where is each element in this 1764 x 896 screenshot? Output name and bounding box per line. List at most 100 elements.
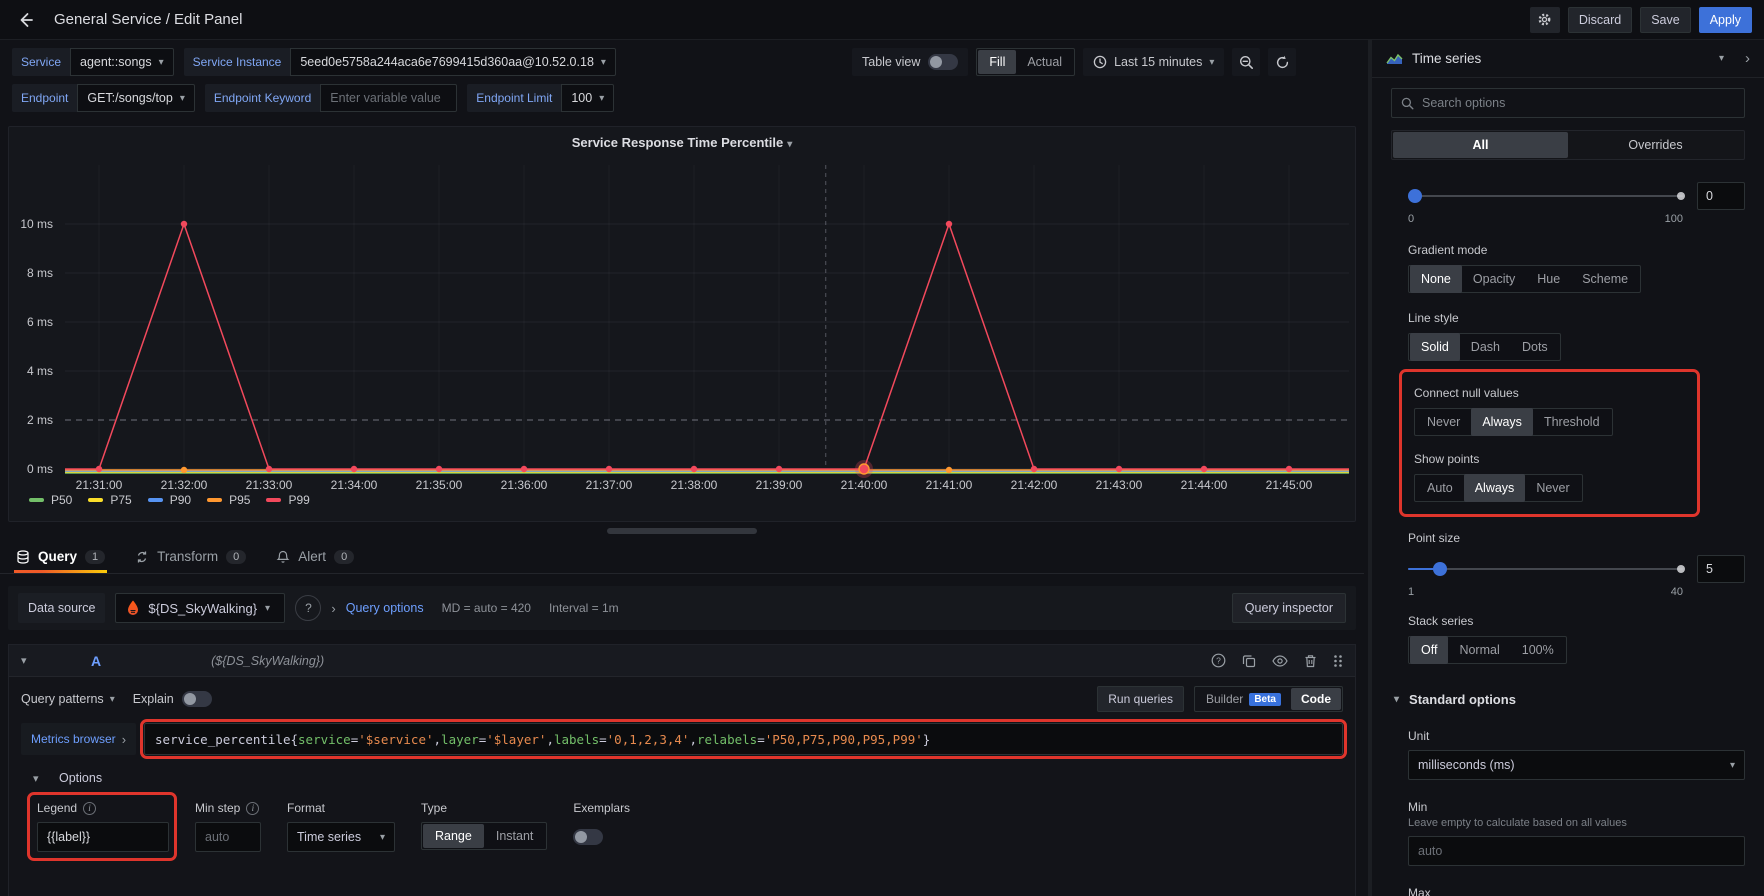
visualization-picker[interactable]: Time series ▾ › <box>1372 40 1764 78</box>
endpoint-label: Endpoint <box>12 84 77 112</box>
fill-actual-option-actual[interactable]: Actual <box>1016 50 1073 74</box>
metrics-browser-button[interactable]: Metrics browser› <box>21 723 136 755</box>
line-style-option-dash[interactable]: Dash <box>1460 333 1511 361</box>
tab-overrides[interactable]: Overrides <box>1568 132 1743 158</box>
legend-item-p99[interactable]: P99 <box>266 493 309 507</box>
query-patterns-dropdown[interactable]: Query patterns▾ <box>21 692 115 706</box>
legend-item-p90[interactable]: P90 <box>148 493 191 507</box>
datasource-select[interactable]: ${DS_SkyWalking} ▾ <box>115 593 285 623</box>
stack-series-label: Stack series <box>1408 614 1745 628</box>
back-arrow-icon[interactable] <box>12 6 40 34</box>
show-points-option-never[interactable]: Never <box>1525 474 1580 502</box>
time-range-picker[interactable]: Last 15 minutes ▾ <box>1083 48 1224 76</box>
query-expression-input[interactable]: service_percentile{service='$service', l… <box>144 723 1343 755</box>
tab-query[interactable]: Query 1 <box>14 540 107 573</box>
panel-resize-handle[interactable] <box>607 528 757 534</box>
collapse-chevron-icon[interactable]: ▾ <box>21 654 39 667</box>
query-inspector-button[interactable]: Query inspector <box>1232 593 1346 623</box>
query-ref-id[interactable]: A <box>91 653 101 669</box>
line-style-option-dots[interactable]: Dots <box>1511 333 1559 361</box>
top-bar: General Service / Edit Panel Discard Sav… <box>0 0 1764 40</box>
show-points-option-always[interactable]: Always <box>1464 474 1526 502</box>
datasource-row: Data source ${DS_SkyWalking} ▾ ? › Query… <box>8 586 1356 630</box>
fill-opacity-value[interactable]: 0 <box>1697 182 1745 210</box>
legend-item-p95[interactable]: P95 <box>207 493 250 507</box>
svg-text:6 ms: 6 ms <box>27 315 53 329</box>
connect-null-option-always[interactable]: Always <box>1471 408 1533 436</box>
transform-count-badge: 0 <box>226 550 246 564</box>
panel-title[interactable]: Service Response Time Percentile▾ <box>9 135 1355 150</box>
gradient-mode-option-none[interactable]: None <box>1410 265 1462 293</box>
service-select[interactable]: agent::songs▾ <box>70 48 174 76</box>
query-help-icon[interactable]: ? <box>1211 653 1226 668</box>
tab-transform[interactable]: Transform 0 <box>133 540 248 573</box>
stack-series-option-normal[interactable]: Normal <box>1448 636 1510 664</box>
slider-max-label: 100 <box>1665 213 1683 225</box>
gradient-mode-option-opacity[interactable]: Opacity <box>1462 265 1526 293</box>
save-button[interactable]: Save <box>1640 7 1691 33</box>
query-count-badge: 1 <box>85 550 105 564</box>
slider-handle[interactable] <box>1433 562 1447 576</box>
refresh-icon[interactable] <box>1268 48 1296 76</box>
builder-option[interactable]: BuilderBeta <box>1196 688 1291 710</box>
unit-select[interactable]: milliseconds (ms) ▾ <box>1408 750 1745 780</box>
line-style-option-solid[interactable]: Solid <box>1410 333 1460 361</box>
explain-toggle[interactable] <box>182 691 212 707</box>
zoom-out-icon[interactable] <box>1232 48 1260 76</box>
type-option-range[interactable]: Range <box>423 824 484 848</box>
point-size-control: 5 1 40 <box>1408 555 1745 598</box>
min-input[interactable] <box>1408 836 1745 866</box>
run-queries-button[interactable]: Run queries <box>1097 686 1184 712</box>
panel-settings-gear-icon[interactable] <box>1530 7 1560 33</box>
type-field: Type RangeInstant <box>421 801 547 850</box>
delete-query-trash-icon[interactable] <box>1304 654 1317 668</box>
datasource-help-icon[interactable]: ? <box>295 595 321 621</box>
endpoint-limit-select[interactable]: 100▾ <box>561 84 614 112</box>
drag-handle-grip-icon[interactable] <box>1333 654 1343 668</box>
type-option-instant[interactable]: Instant <box>484 824 546 848</box>
service-instance-select[interactable]: 5eed0e5758a244aca6e7699415d360aa@10.52.0… <box>290 48 616 76</box>
show-points-option-auto[interactable]: Auto <box>1416 474 1464 502</box>
gradient-mode-option-hue[interactable]: Hue <box>1526 265 1571 293</box>
connect-null-option-threshold[interactable]: Threshold <box>1533 408 1611 436</box>
min-step-input[interactable] <box>195 822 261 852</box>
endpoint-select[interactable]: GET:/songs/top▾ <box>77 84 195 112</box>
builder-code-toggle: BuilderBeta Code <box>1194 686 1343 712</box>
stack-series-option-off[interactable]: Off <box>1410 636 1448 664</box>
query-toolbar-right: Run queries BuilderBeta Code <box>1097 686 1343 712</box>
tab-alert[interactable]: Alert 0 <box>274 540 356 573</box>
query-options-caret-icon[interactable]: › <box>331 601 335 616</box>
format-select[interactable]: Time series▾ <box>287 822 395 852</box>
format-field: Format Time series▾ <box>287 801 395 852</box>
query-options-link[interactable]: Query options <box>346 601 424 615</box>
standard-options-section[interactable]: ▾ Standard options <box>1394 692 1745 707</box>
toggle-visibility-eye-icon[interactable] <box>1272 655 1288 667</box>
gradient-mode-option-scheme[interactable]: Scheme <box>1571 265 1639 293</box>
collapse-sidebar-icon[interactable]: › <box>1745 50 1750 67</box>
table-view-toggle[interactable] <box>928 54 958 70</box>
query-editor-card: ▾ A (${DS_SkyWalking}) ? Query patterns▾… <box>8 644 1356 896</box>
stack-series-segmented: OffNormal100% <box>1408 636 1567 664</box>
options-search-input[interactable] <box>1422 96 1735 110</box>
point-size-slider[interactable] <box>1408 562 1683 576</box>
endpoint-keyword-input[interactable] <box>330 91 452 105</box>
duplicate-query-icon[interactable] <box>1242 654 1256 668</box>
connect-null-option-never[interactable]: Never <box>1416 408 1471 436</box>
point-size-value[interactable]: 5 <box>1697 555 1745 583</box>
apply-button[interactable]: Apply <box>1699 7 1752 33</box>
legend-item-p50[interactable]: P50 <box>29 493 72 507</box>
discard-button[interactable]: Discard <box>1568 7 1632 33</box>
timeseries-chart[interactable]: 21:31:0021:32:0021:33:0021:34:0021:35:00… <box>9 127 1355 499</box>
exemplars-toggle[interactable] <box>573 829 603 845</box>
legend-input[interactable] <box>37 822 169 852</box>
fill-actual-option-fill[interactable]: Fill <box>978 50 1016 74</box>
legend-item-p75[interactable]: P75 <box>88 493 131 507</box>
stack-series-option-100-[interactable]: 100% <box>1511 636 1565 664</box>
code-option[interactable]: Code <box>1291 688 1341 710</box>
slider-handle[interactable] <box>1408 189 1422 203</box>
tab-all[interactable]: All <box>1393 132 1568 158</box>
query-options-collapser[interactable]: ▾ Options <box>33 771 1355 785</box>
clock-icon <box>1093 55 1107 69</box>
svg-text:21:44:00: 21:44:00 <box>1181 478 1228 492</box>
fill-opacity-slider[interactable] <box>1408 189 1683 203</box>
